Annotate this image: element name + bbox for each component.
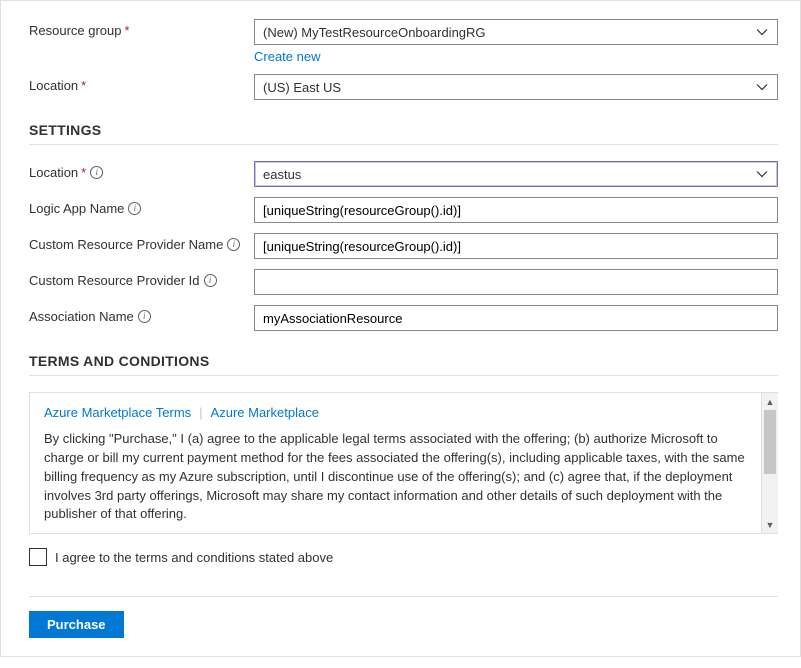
location-basics-select[interactable]: (US) East US	[254, 74, 778, 100]
select-value: (US) East US	[263, 80, 755, 95]
info-icon[interactable]: i	[204, 274, 217, 287]
label-text: Resource group	[29, 23, 122, 38]
label-text: Location	[29, 78, 78, 93]
label-text: Association Name	[29, 309, 134, 324]
scroll-track[interactable]	[762, 410, 778, 516]
info-icon[interactable]: i	[128, 202, 141, 215]
chevron-down-icon	[755, 25, 769, 39]
row-crp-name: Custom Resource Provider Name i	[29, 233, 778, 259]
footer-divider	[29, 596, 778, 597]
info-icon[interactable]: i	[227, 238, 240, 251]
terms-body-text: By clicking "Purchase," I (a) agree to t…	[44, 430, 756, 524]
agree-row: I agree to the terms and conditions stat…	[29, 548, 778, 566]
row-location-settings: Location* i eastus	[29, 161, 778, 187]
select-value: eastus	[263, 167, 755, 182]
crp-name-label: Custom Resource Provider Name i	[29, 233, 254, 252]
location-basics-label: Location*	[29, 74, 254, 93]
terms-box: Azure Marketplace Terms | Azure Marketplac…	[29, 392, 778, 534]
agree-checkbox[interactable]	[29, 548, 47, 566]
azure-marketplace-link[interactable]: Azure Marketplace	[211, 405, 319, 420]
scrollbar[interactable]: ▲ ▼	[761, 393, 778, 533]
label-text: Logic App Name	[29, 201, 124, 216]
settings-heading: SETTINGS	[29, 122, 778, 138]
terms-links: Azure Marketplace Terms | Azure Marketplac…	[44, 405, 756, 420]
scroll-thumb[interactable]	[764, 410, 776, 474]
terms-heading: TERMS AND CONDITIONS	[29, 353, 778, 369]
azure-marketplace-terms-link[interactable]: Azure Marketplace Terms	[44, 405, 191, 420]
select-value: (New) MyTestResourceOnboardingRG	[263, 25, 755, 40]
purchase-button[interactable]: Purchase	[29, 611, 124, 638]
label-text: Location	[29, 165, 78, 180]
scroll-down-icon[interactable]: ▼	[762, 516, 778, 533]
resource-group-label: Resource group*	[29, 19, 254, 38]
chevron-down-icon	[755, 167, 769, 181]
association-name-input[interactable]	[254, 305, 778, 331]
location-settings-label: Location* i	[29, 161, 254, 180]
info-icon[interactable]: i	[90, 166, 103, 179]
row-location-basics: Location* (US) East US	[29, 74, 778, 100]
crp-name-input[interactable]	[254, 233, 778, 259]
required-asterisk: *	[81, 165, 86, 180]
divider	[29, 144, 778, 145]
chevron-down-icon	[755, 80, 769, 94]
row-association-name: Association Name i	[29, 305, 778, 331]
agree-label: I agree to the terms and conditions stat…	[55, 550, 333, 565]
divider	[29, 375, 778, 376]
location-settings-select[interactable]: eastus	[254, 161, 778, 187]
association-name-label: Association Name i	[29, 305, 254, 324]
separator: |	[199, 405, 202, 420]
resource-group-select[interactable]: (New) MyTestResourceOnboardingRG	[254, 19, 778, 45]
label-text: Custom Resource Provider Id	[29, 273, 200, 288]
row-logic-app-name: Logic App Name i	[29, 197, 778, 223]
info-icon[interactable]: i	[138, 310, 151, 323]
create-new-link[interactable]: Create new	[254, 49, 320, 64]
logic-app-name-input[interactable]	[254, 197, 778, 223]
required-asterisk: *	[81, 78, 86, 93]
form-panel: Resource group* (New) MyTestResourceOnbo…	[0, 0, 801, 657]
crp-id-input[interactable]	[254, 269, 778, 295]
crp-id-label: Custom Resource Provider Id i	[29, 269, 254, 288]
terms-scroll-area[interactable]: Azure Marketplace Terms | Azure Marketplac…	[30, 393, 778, 533]
required-asterisk: *	[125, 23, 130, 38]
row-crp-id: Custom Resource Provider Id i	[29, 269, 778, 295]
logic-app-name-label: Logic App Name i	[29, 197, 254, 216]
scroll-up-icon[interactable]: ▲	[762, 393, 778, 410]
label-text: Custom Resource Provider Name	[29, 237, 223, 252]
row-resource-group: Resource group* (New) MyTestResourceOnbo…	[29, 19, 778, 64]
